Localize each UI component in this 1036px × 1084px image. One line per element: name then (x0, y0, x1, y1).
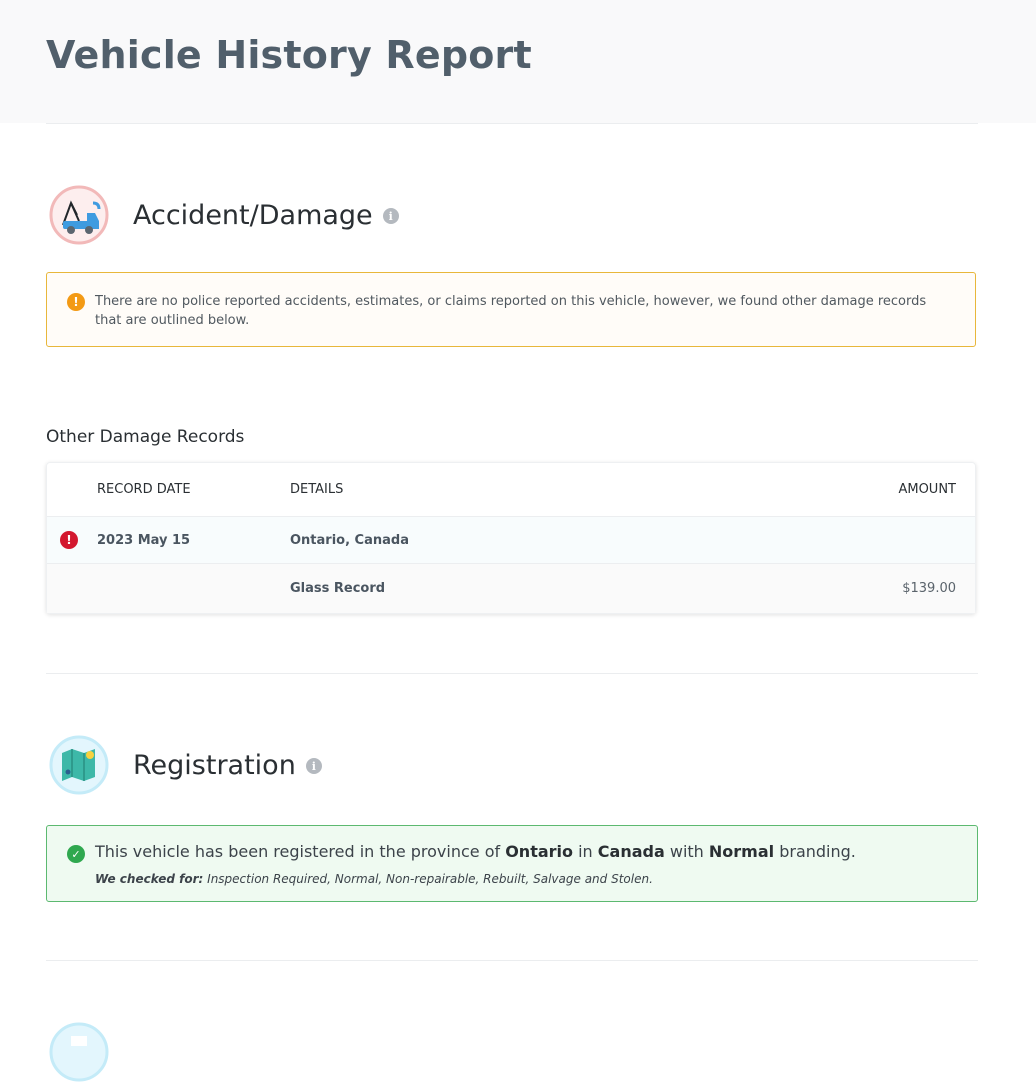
record-date: 2023 May 15 (97, 532, 191, 548)
tow-truck-icon (49, 185, 109, 245)
damage-records-title: Other Damage Records (46, 427, 245, 447)
info-icon[interactable]: i (382, 208, 399, 224)
registration-text: This vehicle has been registered in the … (95, 842, 506, 861)
table-row: Glass Record $139.00 (47, 564, 975, 613)
registration-branding: Normal (708, 842, 775, 861)
report-content: Accident/Damage i ! There are no police … (0, 123, 1036, 1084)
checked-for-label: We checked for: (95, 872, 204, 886)
registration-success-alert: ✓ This vehicle has been registered in th… (46, 825, 978, 902)
checked-for-list: Inspection Required, Normal, Non-repaira… (203, 872, 653, 886)
registration-section-header: Registration i (46, 733, 978, 797)
accident-warning-alert: ! There are no police reported accidents… (46, 272, 976, 347)
column-header-record-date: RECORD DATE (97, 482, 191, 497)
divider (46, 960, 978, 961)
registration-country: Canada (597, 842, 665, 861)
alert-icon: ! (60, 531, 78, 549)
record-details: Glass Record (290, 581, 386, 596)
registration-text: in (573, 842, 598, 861)
info-icon[interactable]: i (305, 758, 322, 774)
registration-summary: This vehicle has been registered in the … (95, 841, 957, 863)
column-header-details: DETAILS (290, 482, 344, 497)
checked-for-note: We checked for: Inspection Required, Nor… (95, 872, 957, 886)
registration-province: Ontario (505, 842, 574, 861)
record-details: Ontario, Canada (290, 532, 409, 548)
table-header-row: RECORD DATE DETAILS AMOUNT (47, 463, 975, 517)
accident-section-title: Accident/Damage (133, 199, 373, 231)
map-icon (49, 735, 109, 795)
warning-icon: ! (67, 293, 85, 311)
accident-alert-text: There are no police reported accidents, … (95, 294, 927, 328)
registration-text: with (664, 842, 709, 861)
record-amount: $139.00 (902, 581, 956, 596)
document-icon (49, 1022, 109, 1082)
accident-section-header: Accident/Damage i (46, 183, 978, 247)
next-section-header (46, 1020, 978, 1084)
damage-records-table: RECORD DATE DETAILS AMOUNT ! 2023 May 15… (46, 462, 976, 614)
divider (46, 123, 978, 124)
column-header-amount: AMOUNT (898, 482, 956, 497)
registration-text: branding. (774, 842, 856, 861)
table-row: ! 2023 May 15 Ontario, Canada (47, 517, 975, 564)
registration-section-title: Registration (133, 749, 296, 781)
report-header: Vehicle History Report (0, 0, 1036, 123)
check-icon: ✓ (67, 845, 85, 863)
page-title: Vehicle History Report (46, 33, 532, 77)
divider (46, 673, 978, 674)
